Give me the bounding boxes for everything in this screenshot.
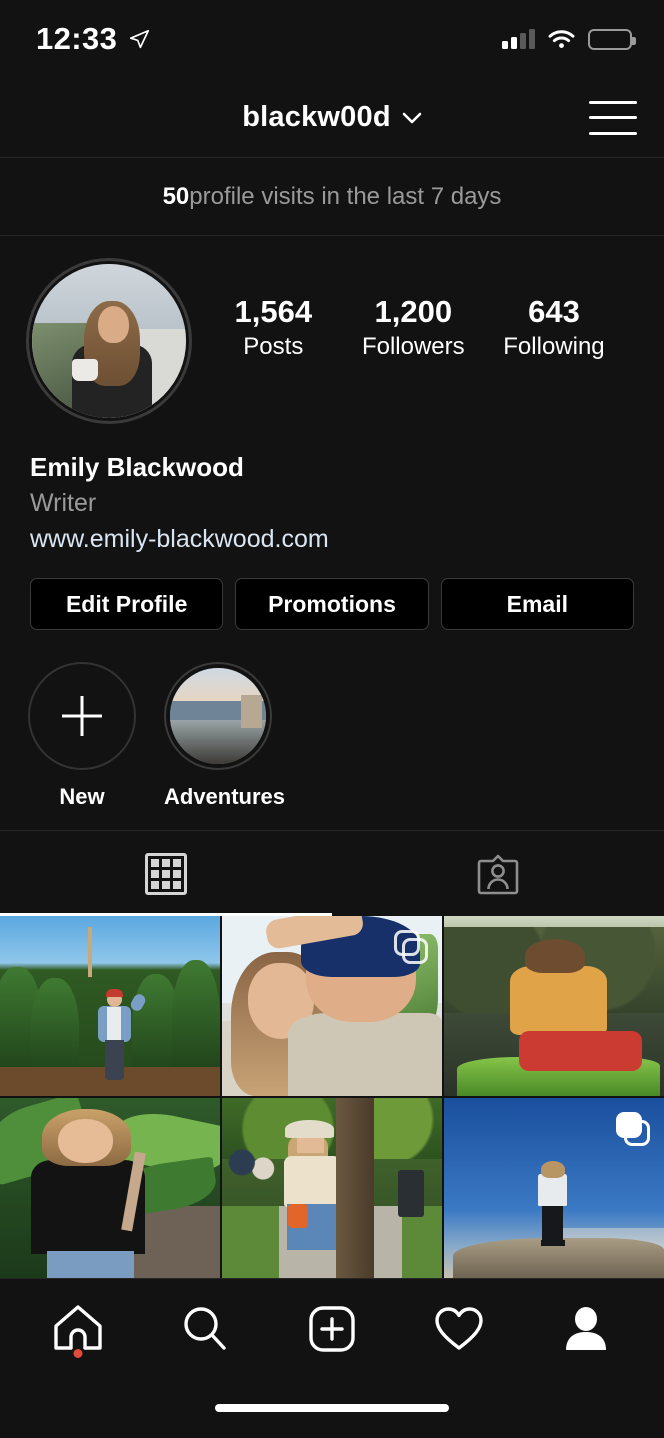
profile-stats: 1,564 Posts 1,200 Followers 643 Followin… bbox=[192, 258, 638, 361]
post-1[interactable] bbox=[0, 916, 220, 1097]
post-3[interactable] bbox=[444, 916, 664, 1097]
visits-text: profile visits in the last 7 days bbox=[189, 182, 502, 210]
highlight-label: Adventures bbox=[164, 784, 286, 810]
wifi-icon bbox=[548, 30, 575, 48]
post-2[interactable] bbox=[222, 916, 442, 1097]
cellular-signal-icon bbox=[502, 29, 535, 49]
profile-visits-banner[interactable]: 50 profile visits in the last 7 days bbox=[0, 158, 664, 236]
profile-avatar[interactable] bbox=[26, 258, 192, 424]
tab-tagged[interactable] bbox=[332, 831, 664, 916]
notification-badge bbox=[73, 1348, 83, 1358]
profile-tabs bbox=[0, 831, 664, 917]
bottom-navigation-bar bbox=[0, 1278, 664, 1378]
nav-search[interactable] bbox=[170, 1298, 240, 1360]
stat-label: Posts bbox=[243, 332, 304, 360]
stat-posts[interactable]: 1,564 Posts bbox=[223, 294, 323, 361]
story-highlights: New Adventures bbox=[0, 630, 664, 832]
account-switcher[interactable]: blackw00d bbox=[242, 101, 422, 134]
nav-create[interactable] bbox=[297, 1298, 367, 1360]
profile-section: 1,564 Posts 1,200 Followers 643 Followin… bbox=[0, 236, 664, 832]
home-indicator-area bbox=[0, 1378, 664, 1438]
post-4[interactable] bbox=[0, 1098, 220, 1278]
photo-grid bbox=[0, 916, 664, 1278]
grid-icon bbox=[145, 852, 187, 895]
search-icon bbox=[184, 1306, 226, 1350]
stat-following[interactable]: 643 Following bbox=[503, 294, 604, 361]
stat-value: 643 bbox=[528, 294, 580, 329]
nav-profile[interactable] bbox=[551, 1298, 621, 1360]
profile-action-buttons: Edit Profile Promotions Email bbox=[0, 556, 664, 631]
stat-value: 1,564 bbox=[234, 294, 313, 329]
highlight-adventures[interactable]: Adventures bbox=[164, 662, 286, 810]
profile-bio: Emily Blackwood Writer www.emily-blackwo… bbox=[0, 424, 664, 556]
status-bar-left: 12:33 bbox=[36, 21, 150, 57]
status-bar-right bbox=[502, 28, 636, 50]
stat-label: Following bbox=[503, 332, 605, 360]
nav-home[interactable] bbox=[43, 1298, 113, 1360]
title-bar: blackw00d bbox=[0, 78, 664, 158]
profile-header-row: 1,564 Posts 1,200 Followers 643 Followin… bbox=[0, 258, 664, 424]
hamburger-menu-icon[interactable] bbox=[589, 100, 637, 135]
home-indicator-bar bbox=[215, 1404, 449, 1412]
plus-icon bbox=[62, 696, 102, 736]
tab-grid[interactable] bbox=[0, 831, 332, 917]
status-time: 12:33 bbox=[36, 21, 118, 56]
post-6[interactable] bbox=[444, 1098, 664, 1278]
plus-square-icon bbox=[309, 1305, 355, 1352]
post-5[interactable] bbox=[222, 1098, 442, 1278]
instagram-profile-screen: 12:33 blackw00d 50 profile visits in the… bbox=[0, 0, 664, 1438]
location-arrow-icon bbox=[130, 29, 150, 48]
profile-website-link[interactable]: www.emily-blackwood.com bbox=[30, 523, 634, 557]
edit-profile-button[interactable]: Edit Profile bbox=[30, 578, 224, 631]
highlight-cover-image bbox=[170, 668, 266, 765]
status-bar: 12:33 bbox=[0, 0, 664, 78]
stat-label: Followers bbox=[361, 332, 465, 360]
carousel-icon bbox=[616, 1112, 650, 1147]
profile-category: Writer bbox=[30, 489, 97, 518]
promotions-button[interactable]: Promotions bbox=[235, 578, 429, 631]
email-button[interactable]: Email bbox=[440, 578, 634, 631]
battery-icon bbox=[588, 28, 636, 50]
chevron-down-icon bbox=[402, 112, 422, 123]
nav-activity[interactable] bbox=[424, 1298, 494, 1360]
person-icon bbox=[566, 1306, 607, 1350]
stat-followers[interactable]: 1,200 Followers bbox=[362, 294, 465, 361]
carousel-icon bbox=[394, 930, 428, 965]
highlight-label: New bbox=[59, 784, 105, 810]
highlight-new[interactable]: New bbox=[28, 662, 136, 810]
profile-full-name: Emily Blackwood bbox=[30, 452, 244, 482]
stat-value: 1,200 bbox=[374, 294, 453, 329]
visits-count: 50 bbox=[162, 182, 190, 210]
heart-icon bbox=[435, 1306, 483, 1350]
tagged-person-icon bbox=[477, 854, 519, 895]
page-title: blackw00d bbox=[242, 101, 391, 133]
home-icon bbox=[53, 1304, 102, 1350]
